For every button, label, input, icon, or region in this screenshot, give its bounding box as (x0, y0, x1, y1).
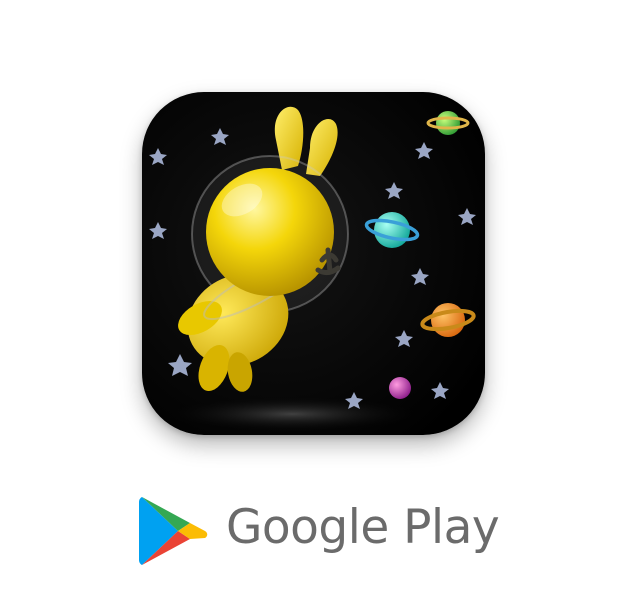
store-name: Google Play (226, 500, 500, 555)
google-play-badge[interactable]: Google Play (138, 490, 500, 570)
google-play-logo-icon (138, 494, 210, 568)
planet-pink (389, 377, 411, 399)
app-icon[interactable] (142, 92, 485, 435)
rabbit-astronaut-illustration (142, 92, 485, 435)
